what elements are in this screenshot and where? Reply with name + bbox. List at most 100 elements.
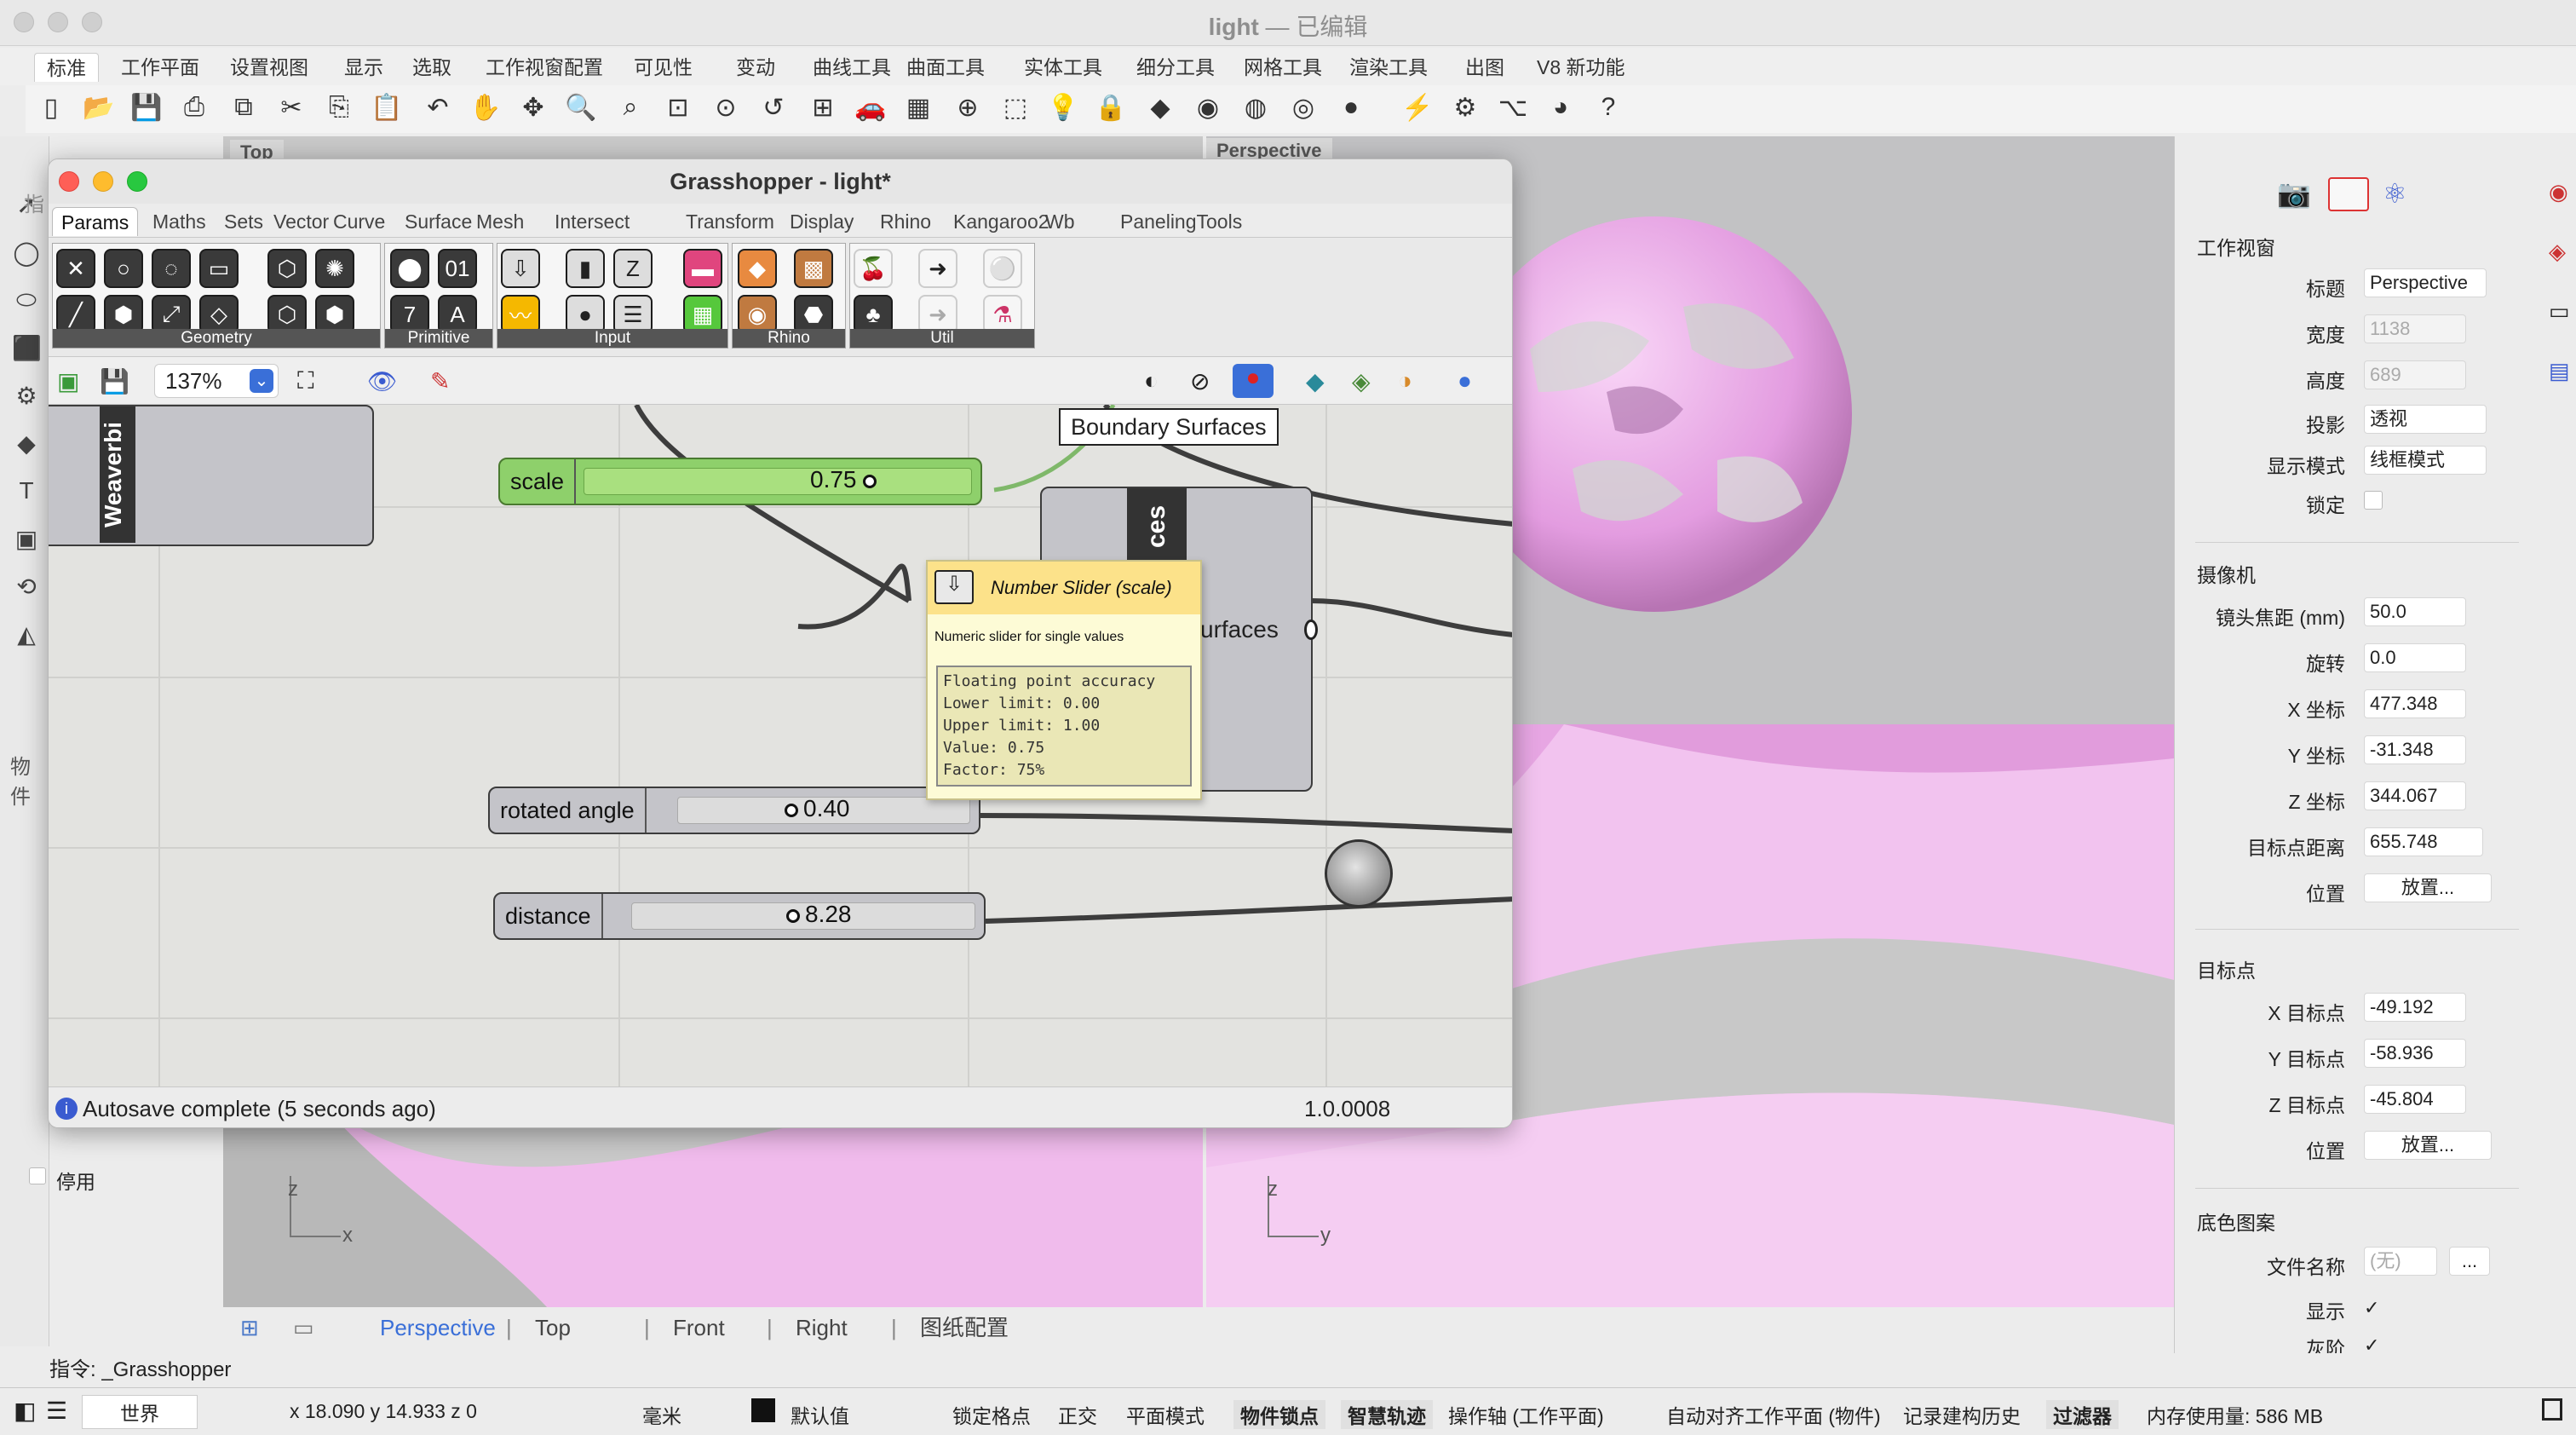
copy-icon[interactable]: ⎘ [322, 90, 356, 124]
status-toggle-0[interactable]: 锁定格点 [952, 1400, 1031, 1429]
display-mode-4-icon[interactable]: ● [1458, 367, 1472, 395]
title-field[interactable]: Perspective [2364, 268, 2487, 297]
rotated-angle-slider-value[interactable]: 0.40 [785, 795, 850, 822]
scale-slider-rail[interactable] [584, 468, 972, 495]
weaverbird-component[interactable]: Weaverbi [49, 405, 374, 546]
lock-icon[interactable]: 🔒 [1094, 90, 1128, 124]
display-icon[interactable]: ▭ [2549, 298, 2570, 325]
viewport-tab-2[interactable]: Front [673, 1307, 725, 1348]
place-camera-button[interactable]: 放置... [2364, 873, 2492, 902]
layers-icon[interactable]: ▤ [2549, 358, 2570, 384]
transform-tool-icon[interactable]: ⟲ [12, 573, 41, 607]
viewport-tab-0[interactable]: Perspective [380, 1307, 496, 1348]
gh-tab-params[interactable]: Params [52, 207, 139, 236]
print-icon[interactable]: ⎙ [177, 90, 211, 124]
paste-icon[interactable]: 📋 [370, 90, 404, 124]
gh-tab-wb[interactable]: Wb [1037, 207, 1084, 236]
panel-input-icon[interactable]: Z [613, 249, 653, 288]
gh-tab-sets[interactable]: Sets [216, 207, 272, 236]
geometry-group-label[interactable]: Geometry [53, 329, 380, 348]
output-grip[interactable] [1304, 620, 1318, 640]
layer-icon[interactable]: ◆ [1143, 90, 1177, 124]
menu-tab-12[interactable]: 网格工具 [1232, 53, 1334, 82]
primitive-group-label[interactable]: Primitive [385, 329, 492, 348]
width-field[interactable]: 1138 [2364, 314, 2466, 343]
pan-icon[interactable]: ✋ [469, 90, 503, 124]
disable-checkbox[interactable] [29, 1167, 46, 1184]
gh-tab-curve[interactable]: Curve [325, 207, 394, 236]
toggle-input-icon[interactable]: ▮ [566, 249, 605, 288]
help-icon[interactable]: ? [1591, 90, 1625, 124]
gh-zoom-button[interactable] [127, 171, 147, 192]
cherry-picker-icon[interactable]: 🍒 [854, 249, 893, 288]
zoom-extents-icon[interactable]: ⊡ [661, 90, 695, 124]
menu-tab-14[interactable]: 出图 [1453, 53, 1516, 82]
gh-close-button[interactable] [59, 171, 79, 192]
place-target-button[interactable]: 放置... [2364, 1131, 2492, 1160]
open-file-icon[interactable]: 📂 [82, 90, 116, 124]
lock-checkbox[interactable] [2364, 491, 2383, 510]
gh-tab-transform[interactable]: Transform [677, 207, 783, 236]
menu-tab-15[interactable]: V8 新功能 [1525, 53, 1637, 82]
mesh-param-icon[interactable]: ✺ [315, 249, 354, 288]
menu-tab-4[interactable]: 选取 [400, 53, 463, 82]
list-icon[interactable]: ☰ [46, 1397, 67, 1425]
rectangle-param-icon[interactable]: ▭ [199, 249, 239, 288]
gh-tab-mesh[interactable]: Mesh [468, 207, 532, 236]
cut-icon[interactable]: ✂ [274, 90, 308, 124]
target-y-field[interactable]: -58.936 [2364, 1039, 2466, 1068]
gh-tab-panelingtools[interactable]: PanelingTools [1112, 207, 1251, 236]
save-icon[interactable]: 💾 [129, 90, 164, 124]
zoom-selected-icon[interactable]: ⊙ [709, 90, 743, 124]
layer-color-swatch[interactable] [751, 1398, 775, 1422]
menu-tab-2[interactable]: 设置视图 [218, 53, 320, 82]
color-swatch-icon[interactable]: ▬ [683, 249, 722, 288]
osnap-icon[interactable]: ⊕ [951, 90, 985, 124]
zoom-extents-icon[interactable]: ⛶ [297, 367, 314, 395]
sketch-icon[interactable]: ✎ [430, 367, 450, 395]
block-tool-icon[interactable]: ▣ [12, 525, 41, 559]
zoom-icon[interactable]: 🔍 [564, 90, 598, 124]
menu-tab-13[interactable]: 渲染工具 [1337, 53, 1440, 82]
menu-tab-1[interactable]: 工作平面 [109, 53, 211, 82]
gh-canvas[interactable]: dius Weaverbi Boundary Surfaces ces urfa… [49, 405, 1512, 1086]
data-dam-icon[interactable]: ⚪ [983, 249, 1022, 288]
gh-tab-rhino[interactable]: Rhino [871, 207, 940, 236]
circle-tool-icon[interactable]: ◯ [12, 239, 41, 273]
undo-view-icon[interactable]: ↺ [756, 90, 791, 124]
gh-minimize-button[interactable] [93, 171, 113, 192]
render-sphere-icon[interactable]: ● [1334, 90, 1368, 124]
slider-input-icon[interactable]: ⇩ [501, 249, 540, 288]
display-mode-1-icon[interactable]: ◆ [1306, 367, 1325, 395]
menu-tab-10[interactable]: 实体工具 [1012, 53, 1114, 82]
display-mode-select[interactable]: 线框模式 [2364, 446, 2487, 475]
projection-select[interactable]: 透视 [2364, 405, 2487, 434]
display-mode-2-icon[interactable]: ◈ [1352, 367, 1371, 395]
z-coord-field[interactable]: 344.067 [2364, 781, 2466, 810]
render-props-icon[interactable]: ⚛ [2383, 177, 2424, 211]
rotated-angle-slider[interactable]: rotated angle 0.40 [488, 787, 980, 834]
viewport-tab-1[interactable]: Top [535, 1307, 571, 1348]
gh-tab-display[interactable]: Display [781, 207, 862, 236]
relay-arrow-icon[interactable]: ➜ [918, 249, 957, 288]
viewport-tab-4[interactable]: 图纸配置 [920, 1307, 1009, 1348]
x-coord-field[interactable]: 477.348 [2364, 689, 2466, 718]
menu-tab-0[interactable]: 标准 [34, 53, 99, 82]
input-group-label[interactable]: Input [497, 329, 727, 348]
preview-none-icon[interactable]: ◐ [1144, 367, 1159, 395]
undo-icon[interactable]: ↶ [421, 90, 455, 124]
height-field[interactable]: 689 [2364, 360, 2466, 389]
status-toggle-2[interactable]: 平面模式 [1126, 1400, 1205, 1429]
distance-slider[interactable]: distance 8.28 [493, 892, 986, 940]
maximize-icon[interactable] [2542, 1398, 2562, 1421]
gh-tab-maths[interactable]: Maths [144, 207, 215, 236]
four-viewports-icon[interactable]: ⊞ [806, 90, 840, 124]
viewport-tab-3[interactable]: Right [796, 1307, 848, 1348]
rotation-field[interactable]: 0.0 [2364, 643, 2466, 672]
wireframe-sphere-icon[interactable]: ◍ [1239, 90, 1273, 124]
save-file-icon[interactable]: 💾 [100, 367, 129, 395]
grid-layout-icon[interactable]: ⊞ [240, 1307, 259, 1348]
browse-button[interactable]: ... [2449, 1247, 2490, 1276]
light-icon[interactable]: 💡 [1046, 90, 1080, 124]
scale-slider[interactable]: scale 0.75 [498, 458, 982, 505]
